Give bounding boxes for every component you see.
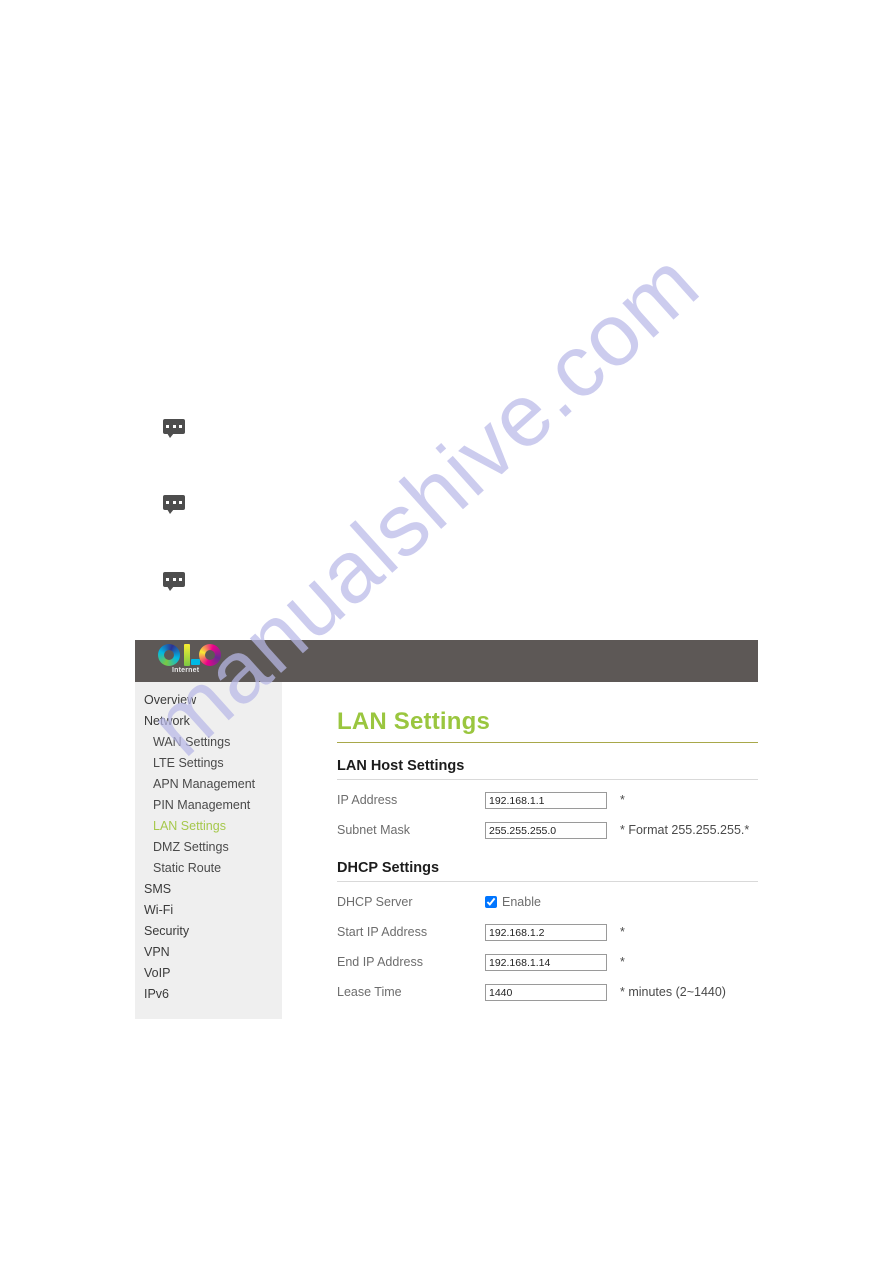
logo-ring-left-icon (158, 644, 180, 666)
ui-header-bar: Internet (135, 640, 758, 682)
sidebar-nav: Overview Network WAN Settings LTE Settin… (135, 682, 282, 1019)
form-row-dhcp-server: DHCP Server Enable (337, 887, 758, 917)
note-bubble-icon (163, 572, 185, 591)
label-start-ip-address: Start IP Address (337, 925, 428, 939)
sidebar-item-vpn[interactable]: VPN (135, 942, 282, 963)
note-bubble-icon (163, 419, 185, 438)
sidebar-item-ipv6[interactable]: IPv6 (135, 984, 282, 1005)
form-row-start-ip: Start IP Address * (337, 917, 758, 947)
logo-letter-l-icon (184, 644, 190, 666)
form-row-subnet-mask: Subnet Mask * Format 255.255.255.* (337, 815, 758, 845)
section-heading-lan-host: LAN Host Settings (337, 758, 465, 774)
hint-start-ip-address: * (620, 925, 625, 939)
main-content: LAN Settings LAN Host Settings IP Addres… (282, 682, 758, 1007)
start-ip-address-input[interactable] (485, 924, 607, 942)
sidebar-item-lan-settings[interactable]: LAN Settings (135, 816, 282, 837)
end-ip-address-input[interactable] (485, 954, 607, 972)
lease-time-input[interactable] (485, 984, 607, 1002)
form-row-end-ip: End IP Address * (337, 947, 758, 977)
hint-ip-address: * (620, 793, 625, 807)
field-start-ip-address (485, 923, 607, 942)
logo-subtitle: Internet (172, 667, 200, 674)
note-bubble-dots (166, 578, 182, 581)
form-row-lease-time: Lease Time * minutes (2~1440) (337, 977, 758, 1007)
sidebar-item-pin-management[interactable]: PIN Management (135, 795, 282, 816)
note-bubble-dots (166, 425, 182, 428)
sidebar-item-wan-settings[interactable]: WAN Settings (135, 732, 282, 753)
dhcp-server-checkbox-label: Enable (502, 895, 541, 909)
field-lease-time (485, 983, 607, 1002)
field-subnet-mask (485, 821, 607, 840)
note-bubble-tail (167, 433, 174, 438)
hint-subnet-mask: * Format 255.255.255.* (620, 823, 750, 837)
form-row-ip-address: IP Address * (337, 785, 758, 815)
label-end-ip-address: End IP Address (337, 955, 423, 969)
label-dhcp-server: DHCP Server (337, 895, 413, 909)
sidebar-item-wifi[interactable]: Wi-Fi (135, 900, 282, 921)
sidebar-item-voip[interactable]: VoIP (135, 963, 282, 984)
sidebar-item-lte-settings[interactable]: LTE Settings (135, 753, 282, 774)
label-subnet-mask: Subnet Mask (337, 823, 410, 837)
note-bubble-dots (166, 501, 182, 504)
page-title: LAN Settings (337, 708, 491, 735)
label-ip-address: IP Address (337, 793, 398, 807)
field-ip-address (485, 791, 607, 810)
section-heading-dhcp: DHCP Settings (337, 860, 440, 876)
note-bubble-tail (167, 509, 174, 514)
logo-ring-right-icon (199, 644, 221, 666)
field-end-ip-address (485, 953, 607, 972)
sidebar-item-sms[interactable]: SMS (135, 879, 282, 900)
sidebar-item-security[interactable]: Security (135, 921, 282, 942)
note-bubble-tail (167, 586, 174, 591)
olo-wordmark (158, 642, 230, 668)
page-watermark: manualshive.com (0, 0, 893, 1263)
logo-letter-l-foot-icon (191, 659, 200, 665)
router-web-ui-screenshot: Internet Overview Network WAN Settings L… (135, 640, 758, 1019)
ui-body: Overview Network WAN Settings LTE Settin… (135, 682, 758, 1019)
olo-logo[interactable]: Internet (158, 642, 230, 680)
dhcp-server-checkbox[interactable] (485, 896, 497, 908)
label-lease-time: Lease Time (337, 985, 402, 999)
ip-address-input[interactable] (485, 792, 607, 810)
sidebar-item-overview[interactable]: Overview (135, 690, 282, 711)
hint-lease-time: * minutes (2~1440) (620, 985, 726, 999)
field-dhcp-server: Enable (485, 895, 607, 909)
section-divider-dhcp (337, 881, 758, 882)
sidebar-item-dmz-settings[interactable]: DMZ Settings (135, 837, 282, 858)
sidebar-item-network[interactable]: Network (135, 711, 282, 732)
section-divider-lan-host (337, 779, 758, 780)
sidebar-item-static-route[interactable]: Static Route (135, 858, 282, 879)
hint-end-ip-address: * (620, 955, 625, 969)
subnet-mask-input[interactable] (485, 822, 607, 840)
note-bubble-icon (163, 495, 185, 514)
sidebar-item-apn-management[interactable]: APN Management (135, 774, 282, 795)
